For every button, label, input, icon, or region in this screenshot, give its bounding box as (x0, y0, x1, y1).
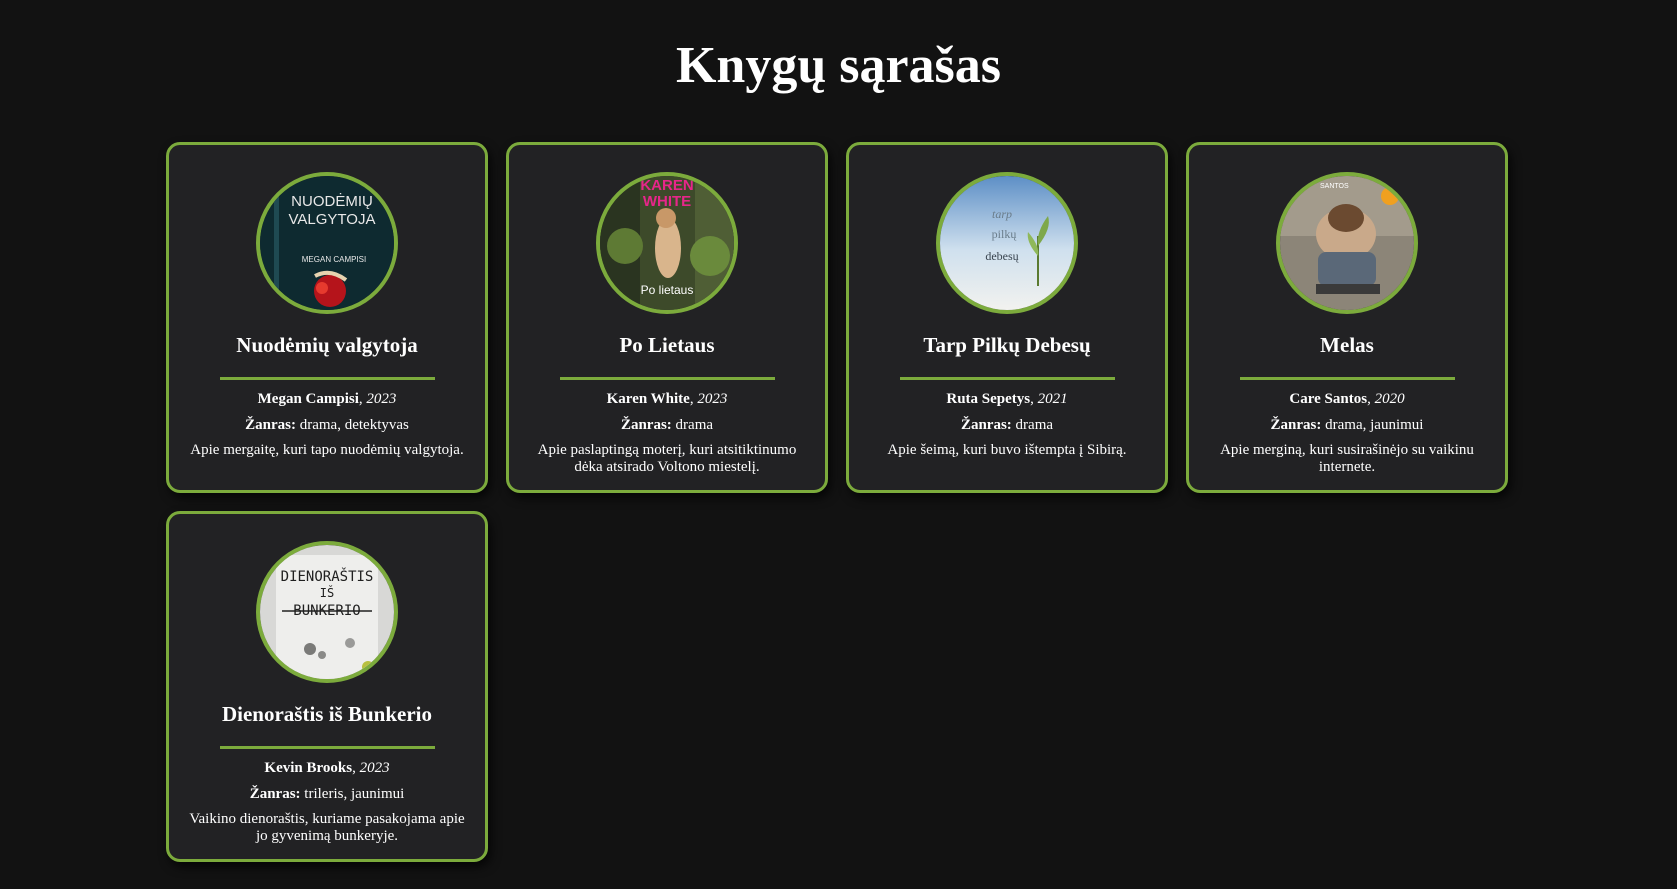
book-title: Nuodėmių valgytoja (236, 333, 418, 357)
book-genre: Žanras: drama, jaunimui (1189, 416, 1505, 434)
svg-text:VALGYTOJA: VALGYTOJA (289, 211, 376, 228)
book-title: Dienoraštis iš Bunkerio (221, 702, 433, 726)
genre-value: drama, jaunimui (1325, 417, 1424, 433)
divider (1239, 377, 1455, 380)
book-cover-woman-leaves-icon: KAREN WHITE Po lietaus (596, 172, 738, 314)
book-genre: Žanras: trileris, jaunimui (169, 785, 485, 803)
genre-label: Žanras: (1270, 417, 1322, 433)
book-description: Apie merginą, kuri susirašinėjo su vaiki… (1220, 442, 1474, 475)
book-author-year: Megan Campisi, 2023 (257, 391, 397, 407)
divider (559, 377, 775, 380)
genre-value: trileris, jaunimui (304, 786, 405, 802)
book-description: Apie mergaitę, kuri tapo nuodėmių valgyt… (190, 442, 464, 458)
genre-label: Žanras: (960, 417, 1012, 433)
svg-text:KAREN: KAREN (640, 177, 693, 194)
book-card[interactable]: SANTOS Melas Care Santos, 2020 Žanras: d… (1186, 142, 1508, 493)
svg-text:IŠ: IŠ (320, 585, 334, 600)
svg-text:MEGAN CAMPISI: MEGAN CAMPISI (302, 255, 366, 264)
book-year: 2023 (359, 760, 390, 776)
svg-text:pilkų: pilkų (992, 227, 1017, 241)
book-author: Ruta Sepetys (946, 391, 1031, 407)
svg-text:tarp: tarp (992, 207, 1012, 221)
divider (899, 377, 1115, 380)
book-author: Kevin Brooks (264, 760, 353, 776)
book-author-year: Care Santos, 2020 (1289, 391, 1405, 407)
book-cover-sitting-boy-icon: SANTOS (1276, 172, 1418, 314)
book-year: 2020 (1374, 391, 1405, 407)
svg-text:debesų: debesų (985, 249, 1018, 263)
book-card[interactable]: DIENORAŠTIS IŠ BUNKERIO Dienoraštis iš B… (166, 511, 488, 862)
book-title: Po Lietaus (619, 333, 715, 357)
svg-text:SANTOS: SANTOS (1320, 183, 1349, 190)
book-title: Melas (1320, 333, 1374, 357)
book-year: 2023 (366, 391, 397, 407)
book-author: Karen White (606, 391, 690, 407)
genre-label: Žanras: (620, 417, 672, 433)
genre-label: Žanras: (245, 417, 296, 433)
book-year: 2021 (1037, 391, 1068, 407)
book-author: Megan Campisi (257, 391, 359, 407)
page: Knygų sąrašas NUODĖMIŲ VALGYTOJA MEGAN C… (0, 0, 1677, 889)
svg-text:WHITE: WHITE (643, 193, 691, 210)
book-genre: Žanras: drama, detektyvas (169, 416, 485, 434)
book-title: Tarp Pilkų Debesų (923, 333, 1091, 357)
svg-text:DIENORAŠTIS: DIENORAŠTIS (281, 567, 374, 585)
book-description: Vaikino dienoraštis, kuriame pasakojama … (189, 811, 465, 844)
svg-text:Po lietaus: Po lietaus (641, 283, 694, 297)
divider (219, 746, 435, 749)
page-title: Knygų sąrašas (675, 37, 1002, 94)
book-card[interactable]: NUODĖMIŲ VALGYTOJA MEGAN CAMPISI Nuodėmi… (166, 142, 488, 493)
genre-value: drama, detektyvas (299, 417, 409, 433)
book-cover-sky-sprout-icon: tarp pilkų debesų (936, 172, 1078, 314)
svg-text:NUODĖMIŲ: NUODĖMIŲ (291, 192, 373, 210)
genre-value: drama (675, 417, 714, 433)
book-author-year: Kevin Brooks, 2023 (264, 760, 390, 776)
book-card[interactable]: tarp pilkų debesų Tarp Pilkų Debesų Ruta… (846, 142, 1168, 493)
genre-label: Žanras: (249, 786, 301, 802)
book-author: Care Santos (1289, 391, 1368, 407)
divider (219, 377, 435, 380)
book-genre: Žanras: drama (509, 416, 825, 434)
book-author-year: Ruta Sepetys, 2021 (946, 391, 1068, 407)
book-author-year: Karen White, 2023 (606, 391, 728, 407)
genre-value: drama (1015, 417, 1054, 433)
book-description: Apie paslaptingą moterį, kuri atsitiktin… (537, 442, 797, 475)
book-genre: Žanras: drama (849, 416, 1165, 434)
book-grid: NUODĖMIŲ VALGYTOJA MEGAN CAMPISI Nuodėmi… (166, 142, 1510, 862)
book-cover-handwritten-paper-icon: DIENORAŠTIS IŠ BUNKERIO (256, 541, 398, 683)
book-description: Apie šeimą, kuri buvo ištempta į Sibirą. (887, 442, 1127, 458)
book-cover-dark-pomegranate-icon: NUODĖMIŲ VALGYTOJA MEGAN CAMPISI (256, 172, 398, 314)
book-card[interactable]: KAREN WHITE Po lietaus Po Lietaus Karen … (506, 142, 828, 493)
book-year: 2023 (697, 391, 728, 407)
